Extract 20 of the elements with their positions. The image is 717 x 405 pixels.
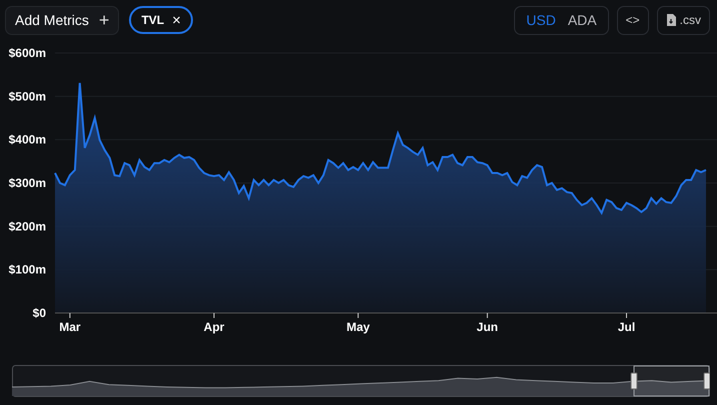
add-metrics-button[interactable]: Add Metrics + <box>5 6 120 34</box>
file-icon <box>666 14 676 26</box>
y-axis-label: $400m <box>8 132 46 147</box>
x-axis-label: Mar <box>59 320 81 334</box>
y-axis-label: $0 <box>32 306 46 320</box>
y-axis-label: $200m <box>8 219 46 234</box>
y-axis-label: $500m <box>8 89 46 104</box>
x-axis-label: Jul <box>618 320 636 334</box>
range-selector[interactable] <box>12 365 710 397</box>
currency-option[interactable]: USD <box>521 12 561 28</box>
y-axis-label: $300m <box>8 176 46 190</box>
embed-button[interactable]: <> <box>616 6 649 34</box>
x-axis-label: Jun <box>476 320 498 334</box>
csv-download-button[interactable]: .csv <box>656 6 710 34</box>
x-axis-label: May <box>346 320 370 334</box>
currency-option[interactable]: ADA <box>562 12 602 28</box>
y-axis-label: $600m <box>8 46 46 60</box>
metric-chip[interactable]: TVL × <box>129 6 193 34</box>
x-axis-label: Apr <box>204 320 224 334</box>
y-axis-label: $100m <box>8 262 46 277</box>
